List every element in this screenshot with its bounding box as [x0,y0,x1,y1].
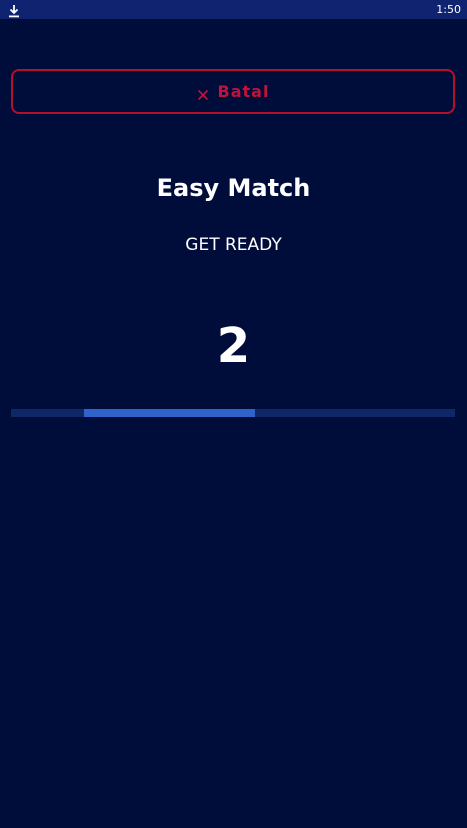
download-icon [8,3,20,17]
cancel-button[interactable]: Batal [11,69,455,114]
cancel-button-label: Batal [217,82,270,101]
countdown-number: 2 [216,318,251,374]
status-bar: 1:50 [0,0,467,19]
progress-track [11,409,455,417]
get-ready-text: GET READY [185,235,282,255]
game-title: Easy Match [156,174,311,202]
close-icon [197,86,209,100]
status-time: 1:50 [436,3,461,16]
progress-fill [84,409,256,417]
